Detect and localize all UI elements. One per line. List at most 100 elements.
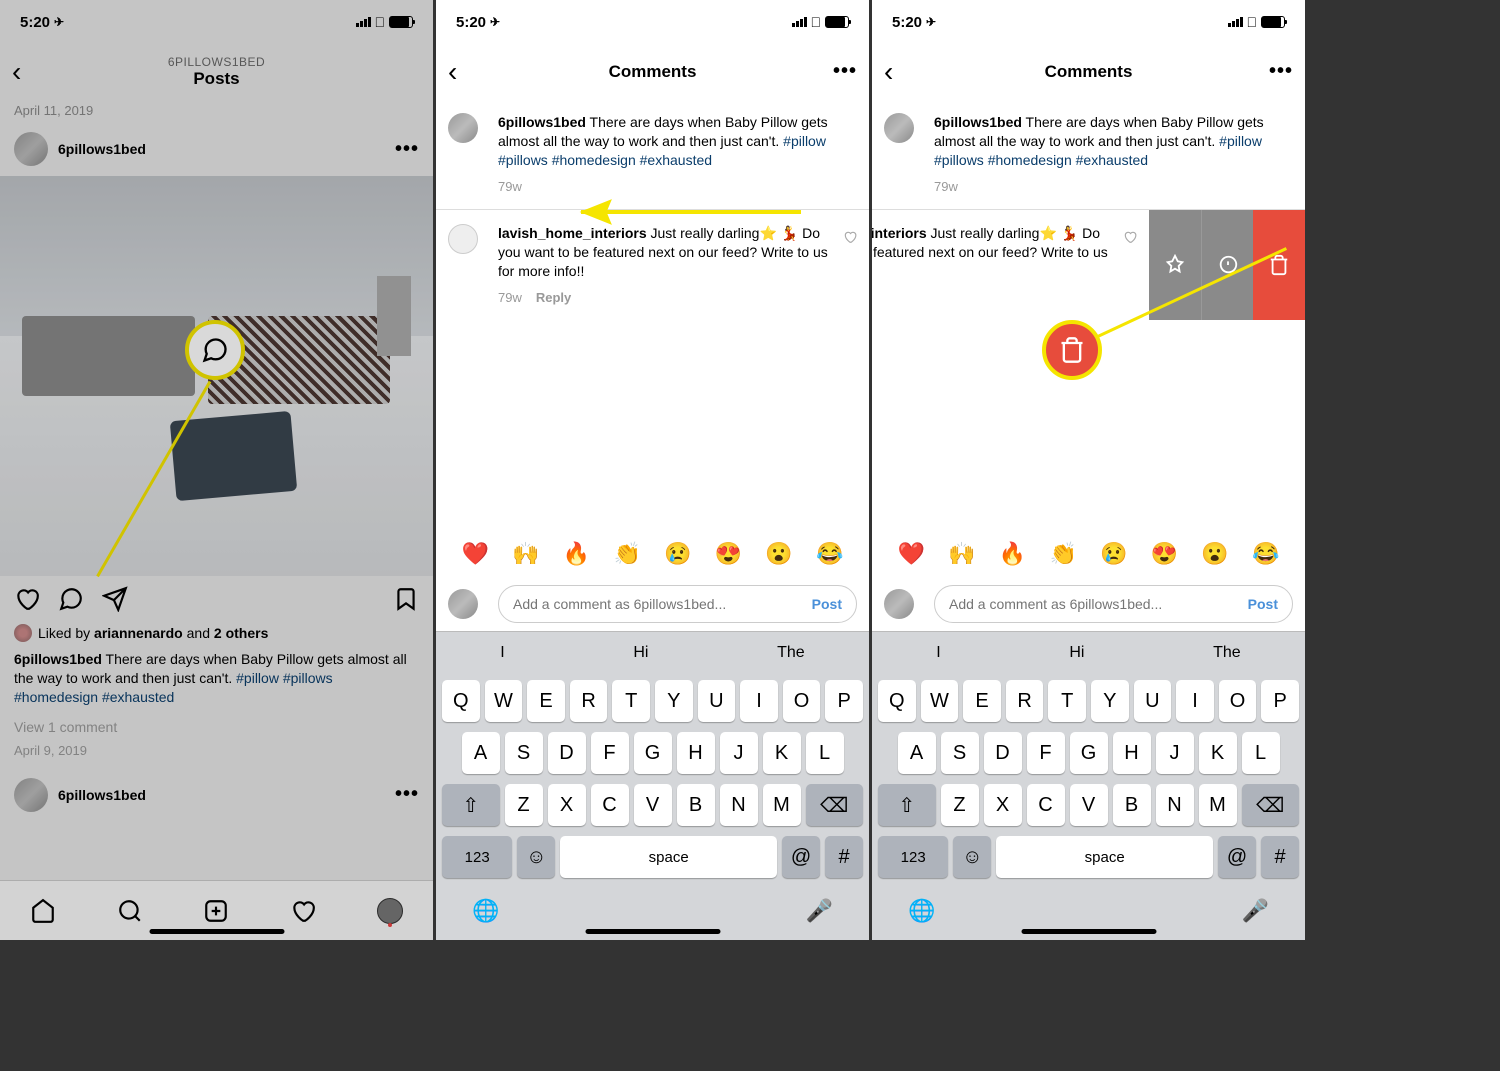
emoji[interactable]: 😂	[816, 541, 843, 567]
key[interactable]: U	[1134, 680, 1172, 722]
avatar[interactable]	[884, 113, 914, 143]
key[interactable]: R	[1006, 680, 1044, 722]
hash-key[interactable]: #	[825, 836, 863, 878]
key[interactable]: K	[763, 732, 801, 774]
emoji[interactable]: 😍	[715, 541, 742, 567]
key[interactable]: H	[1113, 732, 1151, 774]
emoji[interactable]: 🔥	[563, 541, 590, 567]
key[interactable]: B	[1113, 784, 1151, 826]
profile-tab[interactable]	[377, 898, 403, 924]
home-indicator[interactable]	[585, 929, 720, 934]
create-icon[interactable]	[203, 898, 229, 924]
commenter-avatar[interactable]	[448, 224, 478, 254]
key[interactable]: Z	[505, 784, 543, 826]
key[interactable]: T	[1048, 680, 1086, 722]
emoji[interactable]: 😮	[765, 541, 792, 567]
back-icon[interactable]: ‹	[12, 56, 21, 88]
key[interactable]: L	[1242, 732, 1280, 774]
key[interactable]: F	[591, 732, 629, 774]
key[interactable]: I	[740, 680, 778, 722]
globe-icon[interactable]: 🌐	[908, 898, 935, 924]
emoji[interactable]: 😢	[664, 541, 691, 567]
key[interactable]: W	[921, 680, 959, 722]
key[interactable]: Z	[941, 784, 979, 826]
key[interactable]: J	[1156, 732, 1194, 774]
key[interactable]: O	[1219, 680, 1257, 722]
more-icon[interactable]: •••	[395, 138, 419, 161]
post-button[interactable]: Post	[1248, 596, 1278, 612]
delete-button[interactable]	[1253, 210, 1305, 320]
key[interactable]: K	[1199, 732, 1237, 774]
key[interactable]: S	[505, 732, 543, 774]
avatar[interactable]	[14, 132, 48, 166]
home-indicator[interactable]	[149, 929, 284, 934]
key[interactable]: I	[1176, 680, 1214, 722]
space-key[interactable]: space	[560, 836, 777, 878]
key[interactable]: R	[570, 680, 608, 722]
mic-icon[interactable]: 🎤	[806, 898, 833, 924]
search-icon[interactable]	[117, 898, 143, 924]
more-icon[interactable]: •••	[395, 783, 419, 806]
globe-icon[interactable]: 🌐	[472, 898, 499, 924]
key[interactable]: X	[984, 784, 1022, 826]
key[interactable]: T	[612, 680, 650, 722]
key[interactable]: W	[485, 680, 523, 722]
emoji[interactable]: 👏	[613, 541, 640, 567]
key[interactable]: M	[763, 784, 801, 826]
comment-item[interactable]: lavish_home_interiors Just really darlin…	[436, 210, 869, 320]
back-icon[interactable]: ‹	[884, 56, 893, 88]
post-button[interactable]: Post	[812, 596, 842, 612]
share-icon[interactable]	[102, 586, 128, 612]
key[interactable]: P	[1261, 680, 1299, 722]
key[interactable]: S	[941, 732, 979, 774]
emoji[interactable]: ❤️	[462, 541, 489, 567]
key[interactable]: V	[634, 784, 672, 826]
key[interactable]: C	[1027, 784, 1065, 826]
key[interactable]: N	[720, 784, 758, 826]
comment-icon[interactable]	[58, 586, 84, 612]
key[interactable]: A	[462, 732, 500, 774]
key[interactable]: F	[1027, 732, 1065, 774]
key[interactable]: C	[591, 784, 629, 826]
key[interactable]: G	[634, 732, 672, 774]
key[interactable]: N	[1156, 784, 1194, 826]
key[interactable]: Q	[442, 680, 480, 722]
key[interactable]: E	[527, 680, 565, 722]
key[interactable]: M	[1199, 784, 1237, 826]
pin-button[interactable]	[1149, 210, 1201, 320]
key[interactable]: L	[806, 732, 844, 774]
post-username[interactable]: 6pillows1bed	[58, 141, 395, 157]
bookmark-icon[interactable]	[393, 586, 419, 612]
key[interactable]: Q	[878, 680, 916, 722]
key[interactable]: J	[720, 732, 758, 774]
key[interactable]: U	[698, 680, 736, 722]
heart-icon[interactable]	[14, 586, 40, 612]
at-key[interactable]: @	[782, 836, 820, 878]
emoji-key[interactable]: ☺	[517, 836, 555, 878]
comment-input[interactable]: Post	[498, 585, 857, 623]
key[interactable]: B	[677, 784, 715, 826]
like-comment-icon[interactable]	[843, 230, 857, 244]
number-key[interactable]: 123	[442, 836, 512, 878]
mic-icon[interactable]: 🎤	[1242, 898, 1269, 924]
key[interactable]: X	[548, 784, 586, 826]
view-comments-link[interactable]: View 1 comment	[0, 713, 433, 741]
backspace-key[interactable]: ⌫	[806, 784, 864, 826]
key[interactable]: E	[963, 680, 1001, 722]
avatar[interactable]	[448, 113, 478, 143]
key[interactable]: Y	[655, 680, 693, 722]
more-icon[interactable]: •••	[833, 60, 857, 83]
key[interactable]: P	[825, 680, 863, 722]
avatar[interactable]	[14, 778, 48, 812]
key[interactable]: O	[783, 680, 821, 722]
key[interactable]: D	[984, 732, 1022, 774]
key[interactable]: H	[677, 732, 715, 774]
key[interactable]: D	[548, 732, 586, 774]
emoji[interactable]: 🙌	[512, 541, 539, 567]
comment-input[interactable]: Post	[934, 585, 1293, 623]
key[interactable]: A	[898, 732, 936, 774]
reply-button[interactable]: Reply	[536, 289, 571, 307]
key[interactable]: G	[1070, 732, 1108, 774]
shift-key[interactable]: ⇧	[442, 784, 500, 826]
more-icon[interactable]: •••	[1269, 60, 1293, 83]
